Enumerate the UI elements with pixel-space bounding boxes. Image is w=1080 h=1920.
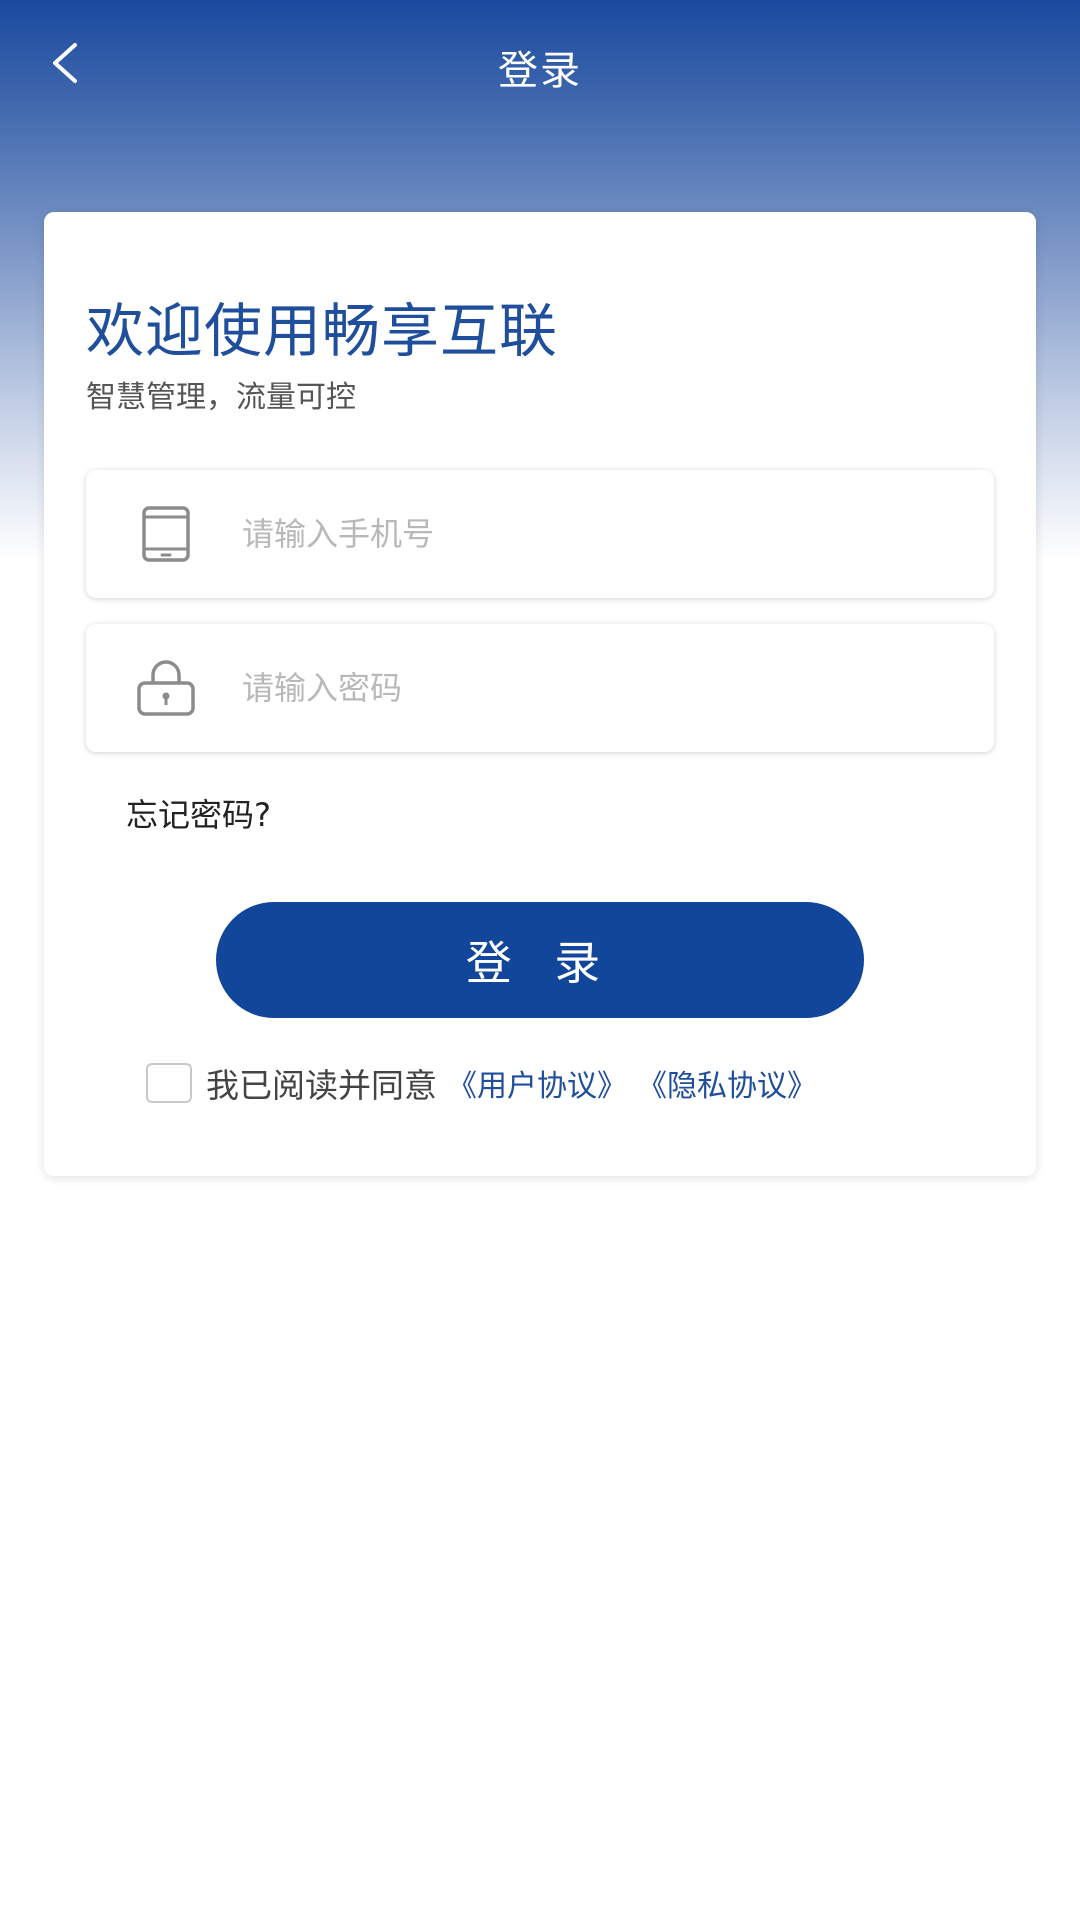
lock-icon bbox=[126, 648, 206, 728]
password-field[interactable] bbox=[86, 624, 994, 752]
mobile-phone-icon bbox=[126, 494, 206, 574]
agreement-text: 我已阅读并同意 bbox=[206, 1066, 437, 1105]
forgot-password-link[interactable]: 忘记密码? bbox=[126, 790, 271, 836]
password-input[interactable] bbox=[242, 669, 942, 707]
privacy-agreement-link[interactable]: 《隐私协议》 bbox=[637, 1061, 817, 1105]
nav-bar: 登录 bbox=[0, 0, 1080, 130]
page-title: 登录 bbox=[498, 48, 582, 94]
login-card: 欢迎使用畅享互联 智慧管理，流量可控 忘记密码? 登 录 我已阅读并同 bbox=[44, 212, 1036, 1176]
agreement-row: 我已阅读并同意 《用户协议》 《隐私协议》 bbox=[146, 1058, 817, 1108]
welcome-subtitle: 智慧管理，流量可控 bbox=[86, 380, 356, 415]
welcome-title: 欢迎使用畅享互联 bbox=[86, 297, 559, 365]
phone-input[interactable] bbox=[242, 515, 942, 553]
user-agreement-link[interactable]: 《用户协议》 bbox=[447, 1061, 627, 1105]
phone-field[interactable] bbox=[86, 470, 994, 598]
agreement-checkbox[interactable] bbox=[146, 1063, 192, 1103]
login-button[interactable]: 登 录 bbox=[216, 902, 864, 1018]
